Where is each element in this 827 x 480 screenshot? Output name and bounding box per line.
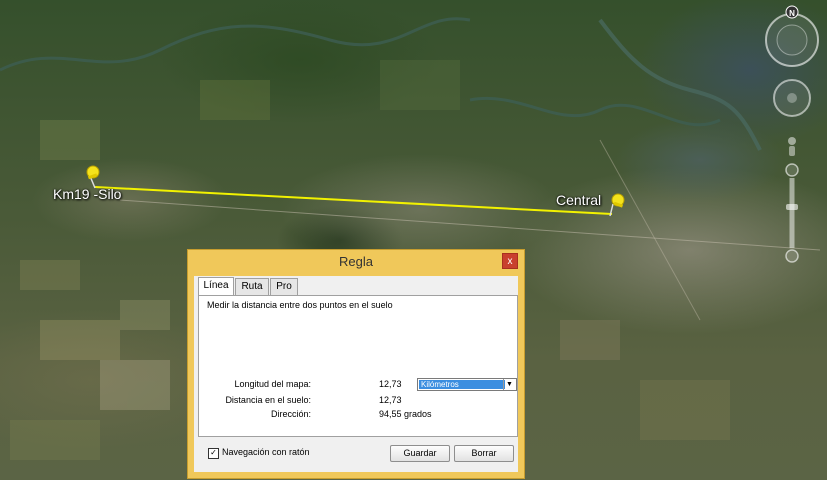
ground-distance-label: Distancia en el suelo:	[225, 395, 311, 405]
heading-label: Dirección:	[270, 409, 311, 419]
tab-ruta[interactable]: Ruta	[235, 278, 269, 295]
zoom-slider[interactable]	[785, 163, 799, 263]
dialog-titlebar[interactable]: Regla x	[188, 250, 524, 274]
placemark-label-km19[interactable]: Km19 -Silo	[53, 186, 121, 202]
tab-linea[interactable]: Línea	[198, 277, 234, 296]
ruler-line	[94, 186, 613, 215]
save-button[interactable]: Guardar	[390, 445, 450, 462]
dialog-body: Línea Ruta Pro Medir la distancia entre …	[194, 276, 518, 472]
mouse-navigation-checkbox[interactable]: ✓	[208, 448, 219, 459]
map-length-value: 12,73	[379, 379, 402, 389]
mouse-navigation-label: Navegación con ratón	[222, 447, 310, 457]
ground-distance-value: 12,73	[379, 395, 402, 405]
map-length-label: Longitud del mapa:	[234, 379, 311, 389]
close-button[interactable]: x	[502, 253, 518, 269]
linea-panel: Medir la distancia entre dos puntos en e…	[198, 295, 518, 437]
navigation-controls: N	[760, 4, 824, 284]
clear-button[interactable]: Borrar	[454, 445, 514, 462]
tab-pro[interactable]: Pro	[270, 278, 298, 295]
ruler-dialog: Regla x Línea Ruta Pro Medir la distanci…	[187, 249, 525, 479]
measure-description: Medir la distancia entre dos puntos en e…	[207, 300, 393, 310]
river	[469, 97, 721, 127]
unit-dropdown[interactable]: Kilómetros ▼	[417, 378, 517, 391]
road	[599, 139, 701, 321]
compass-north-label: N	[789, 9, 795, 18]
placemark-label-central[interactable]: Central	[556, 192, 601, 208]
river	[598, 18, 762, 151]
unit-selected: Kilómetros	[419, 380, 505, 389]
dialog-footer: ✓ Navegación con ratón Guardar Borrar	[198, 440, 518, 468]
dialog-title: Regla	[339, 254, 373, 269]
pan-control[interactable]	[773, 79, 811, 117]
chevron-down-icon[interactable]: ▼	[503, 379, 515, 390]
heading-value: 94,55 grados	[379, 409, 432, 419]
street-view-icon[interactable]	[788, 137, 796, 156]
yellow-pushpin-icon[interactable]	[608, 192, 626, 223]
